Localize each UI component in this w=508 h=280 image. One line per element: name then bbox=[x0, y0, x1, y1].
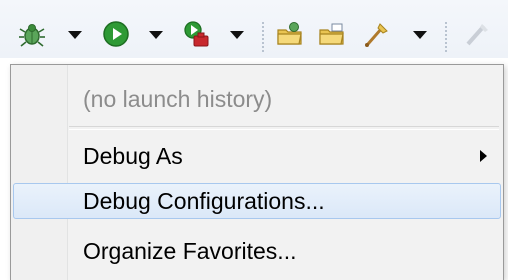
debug-as-item[interactable]: Debug As bbox=[13, 138, 501, 174]
external-tools-icon[interactable] bbox=[182, 20, 210, 48]
open-folder-icon[interactable] bbox=[318, 20, 346, 48]
toolbar-separator bbox=[262, 22, 264, 52]
no-launch-history-label: (no launch history) bbox=[83, 86, 273, 112]
debug-configurations-item[interactable]: Debug Configurations... bbox=[13, 183, 501, 219]
run-dropdown-arrow-icon[interactable] bbox=[147, 27, 165, 43]
disabled-pen-icon bbox=[462, 20, 490, 48]
launch-dropdown-menu: (no launch history) Debug As Debug Confi… bbox=[10, 64, 504, 280]
run-icon[interactable] bbox=[102, 20, 130, 48]
toolbar bbox=[0, 0, 508, 58]
brush-icon[interactable] bbox=[362, 20, 390, 48]
toolbar-separator bbox=[445, 22, 447, 52]
external-tools-dropdown-arrow-icon[interactable] bbox=[228, 27, 246, 43]
debug-bug-icon[interactable] bbox=[18, 20, 46, 48]
organize-favorites-item[interactable]: Organize Favorites... bbox=[13, 233, 501, 269]
no-launch-history-item: (no launch history) bbox=[13, 81, 501, 117]
submenu-arrow-icon bbox=[480, 150, 487, 162]
organize-favorites-label: Organize Favorites... bbox=[83, 238, 297, 264]
menu-separator bbox=[69, 126, 499, 130]
brush-dropdown-arrow-icon[interactable] bbox=[411, 27, 429, 43]
debug-dropdown-arrow-icon[interactable] bbox=[66, 27, 84, 43]
open-project-folder-icon[interactable] bbox=[276, 20, 304, 48]
debug-as-label: Debug As bbox=[83, 143, 183, 169]
debug-configurations-label: Debug Configurations... bbox=[83, 188, 325, 214]
